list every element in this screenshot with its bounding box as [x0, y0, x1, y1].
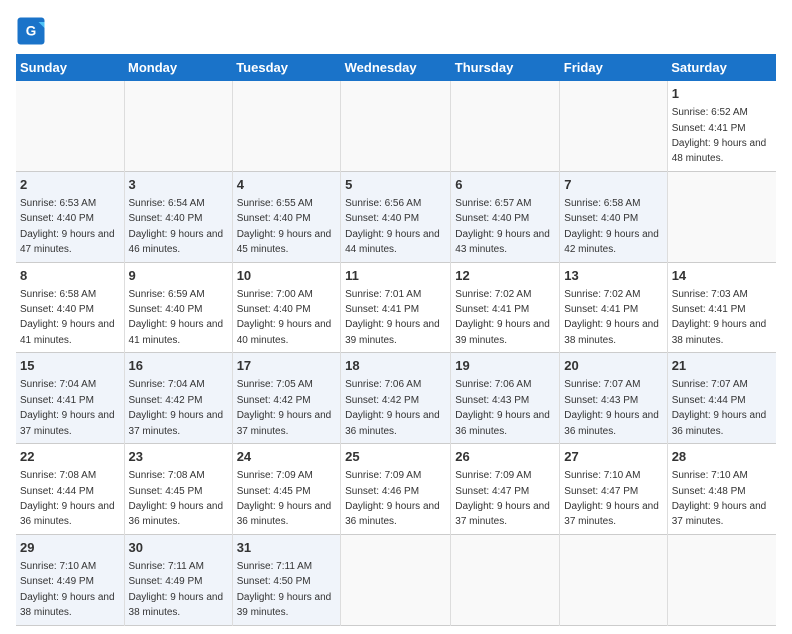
table-row — [451, 534, 560, 625]
table-row: 5Sunrise: 6:56 AMSunset: 4:40 PMDaylight… — [341, 171, 451, 262]
calendar-body: 1Sunrise: 6:52 AMSunset: 4:41 PMDaylight… — [16, 81, 776, 625]
header-row: SundayMondayTuesdayWednesdayThursdayFrid… — [16, 54, 776, 81]
empty-cell — [451, 81, 560, 171]
table-row: 2Sunrise: 6:53 AMSunset: 4:40 PMDaylight… — [16, 171, 124, 262]
table-row: 29Sunrise: 7:10 AMSunset: 4:49 PMDayligh… — [16, 534, 124, 625]
empty-cell — [560, 81, 667, 171]
table-row: 27Sunrise: 7:10 AMSunset: 4:47 PMDayligh… — [560, 444, 667, 535]
table-row: 15Sunrise: 7:04 AMSunset: 4:41 PMDayligh… — [16, 353, 124, 444]
table-row — [341, 534, 451, 625]
calendar-header: SundayMondayTuesdayWednesdayThursdayFrid… — [16, 54, 776, 81]
day-header-thursday: Thursday — [451, 54, 560, 81]
table-row: 19Sunrise: 7:06 AMSunset: 4:43 PMDayligh… — [451, 353, 560, 444]
table-row: 16Sunrise: 7:04 AMSunset: 4:42 PMDayligh… — [124, 353, 232, 444]
table-row: 20Sunrise: 7:07 AMSunset: 4:43 PMDayligh… — [560, 353, 667, 444]
table-row: 17Sunrise: 7:05 AMSunset: 4:42 PMDayligh… — [232, 353, 340, 444]
table-row: 23Sunrise: 7:08 AMSunset: 4:45 PMDayligh… — [124, 444, 232, 535]
table-row: 13Sunrise: 7:02 AMSunset: 4:41 PMDayligh… — [560, 262, 667, 353]
table-row: 18Sunrise: 7:06 AMSunset: 4:42 PMDayligh… — [341, 353, 451, 444]
table-row: 22Sunrise: 7:08 AMSunset: 4:44 PMDayligh… — [16, 444, 124, 535]
logo-icon: G — [16, 16, 46, 46]
table-row: 12Sunrise: 7:02 AMSunset: 4:41 PMDayligh… — [451, 262, 560, 353]
table-row — [560, 534, 667, 625]
day-header-tuesday: Tuesday — [232, 54, 340, 81]
table-row: 3Sunrise: 6:54 AMSunset: 4:40 PMDaylight… — [124, 171, 232, 262]
table-row: 8Sunrise: 6:58 AMSunset: 4:40 PMDaylight… — [16, 262, 124, 353]
table-row: 26Sunrise: 7:09 AMSunset: 4:47 PMDayligh… — [451, 444, 560, 535]
day-header-saturday: Saturday — [667, 54, 776, 81]
table-row: 7Sunrise: 6:58 AMSunset: 4:40 PMDaylight… — [560, 171, 667, 262]
table-row: 9Sunrise: 6:59 AMSunset: 4:40 PMDaylight… — [124, 262, 232, 353]
svg-text:G: G — [26, 24, 37, 39]
day-header-sunday: Sunday — [16, 54, 124, 81]
table-row: 10Sunrise: 7:00 AMSunset: 4:40 PMDayligh… — [232, 262, 340, 353]
table-row: 14Sunrise: 7:03 AMSunset: 4:41 PMDayligh… — [667, 262, 776, 353]
table-row: 11Sunrise: 7:01 AMSunset: 4:41 PMDayligh… — [341, 262, 451, 353]
table-row: 31Sunrise: 7:11 AMSunset: 4:50 PMDayligh… — [232, 534, 340, 625]
table-row — [667, 171, 776, 262]
table-row: 24Sunrise: 7:09 AMSunset: 4:45 PMDayligh… — [232, 444, 340, 535]
empty-cell — [341, 81, 451, 171]
empty-cell — [232, 81, 340, 171]
table-row: 1Sunrise: 6:52 AMSunset: 4:41 PMDaylight… — [667, 81, 776, 171]
table-row: 4Sunrise: 6:55 AMSunset: 4:40 PMDaylight… — [232, 171, 340, 262]
day-header-monday: Monday — [124, 54, 232, 81]
table-row: 6Sunrise: 6:57 AMSunset: 4:40 PMDaylight… — [451, 171, 560, 262]
table-row: 25Sunrise: 7:09 AMSunset: 4:46 PMDayligh… — [341, 444, 451, 535]
day-header-wednesday: Wednesday — [341, 54, 451, 81]
table-row: 21Sunrise: 7:07 AMSunset: 4:44 PMDayligh… — [667, 353, 776, 444]
calendar-table: SundayMondayTuesdayWednesdayThursdayFrid… — [16, 54, 776, 626]
table-row: 30Sunrise: 7:11 AMSunset: 4:49 PMDayligh… — [124, 534, 232, 625]
empty-cell — [124, 81, 232, 171]
table-row: 28Sunrise: 7:10 AMSunset: 4:48 PMDayligh… — [667, 444, 776, 535]
header: G — [16, 16, 776, 46]
table-row — [667, 534, 776, 625]
calendar-container: G SundayMondayTuesdayWednesdayThursdayFr… — [0, 0, 792, 634]
empty-cell — [16, 81, 124, 171]
logo: G — [16, 16, 48, 46]
day-header-friday: Friday — [560, 54, 667, 81]
